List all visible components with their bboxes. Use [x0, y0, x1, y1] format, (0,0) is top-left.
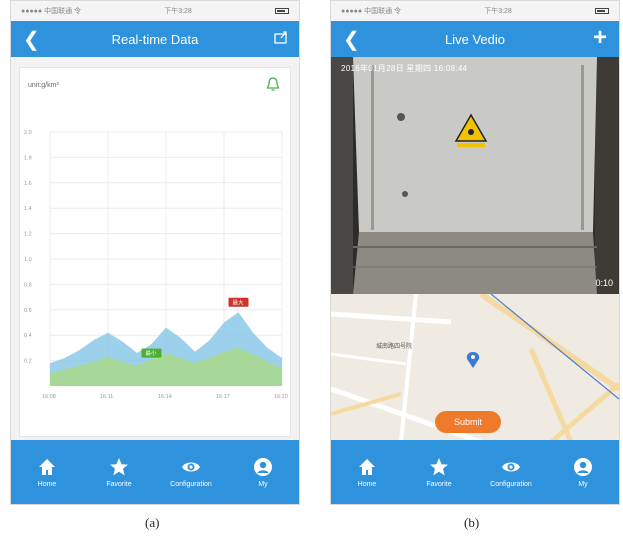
x-tick-label: 16:11	[100, 394, 113, 400]
tab-label: My	[258, 480, 268, 488]
status-bar: ●●●●● 中国联通 令 下午3:28	[11, 1, 299, 21]
phone-screen-a: ●●●●● 中国联通 令 下午3:28 ❮ Real-time Data uni…	[10, 0, 300, 505]
video-timestamp: 2016年01月28日 星期四 16:08:44	[341, 64, 468, 73]
chart-card: unit:g/km³ 0.2 0.4 0.6 0.8 1.0 1.2 1.4 1.6 1.8 2.…	[19, 67, 291, 437]
caption-b: (b)	[464, 515, 480, 530]
tab-configuration[interactable]: Configuration	[476, 457, 546, 488]
page-title: Live Vedio	[445, 31, 505, 47]
tab-home[interactable]: Home	[12, 457, 82, 488]
tab-label: My	[578, 480, 588, 488]
tab-configuration[interactable]: Configuration	[156, 457, 226, 488]
carrier-signal: ●●●●● 中国联通 令	[341, 8, 402, 15]
x-tick-label: 16:14	[158, 394, 172, 400]
min-marker-label: 最小	[146, 349, 158, 357]
y-tick-label: 0.8	[24, 282, 32, 288]
tab-label: Configuration	[490, 480, 532, 488]
person-icon	[254, 457, 272, 476]
tab-label: Home	[37, 480, 57, 488]
map-view[interactable]: 城南路四号院 Submit	[331, 294, 619, 442]
carrier-signal: ●●●●● 中国联通 令	[21, 8, 82, 15]
submit-button[interactable]: Submit	[435, 411, 501, 433]
video-frame	[331, 57, 619, 294]
phone-screen-b: ●●●●● 中国联通 令 下午3:28 ❮ Live Vedio + 2016年…	[330, 0, 620, 505]
nav-bar: ❮ Live Vedio +	[331, 21, 619, 57]
tab-label: Favorite	[426, 480, 452, 488]
y-tick-label: 1.8	[24, 155, 32, 161]
caption-a: (a)	[145, 515, 160, 530]
clock: 下午3:28	[484, 8, 512, 15]
x-tick-label: 16:20	[274, 394, 288, 400]
tab-bar: Home Favorite Configuration My	[11, 440, 299, 504]
tab-label: Home	[357, 480, 377, 488]
x-tick-label: 16:08	[42, 394, 56, 400]
y-tick-label: 0.2	[24, 359, 32, 365]
y-tick-label: 0.6	[24, 308, 32, 314]
nav-bar: ❮ Real-time Data	[11, 21, 299, 57]
y-tick-label: 1.4	[24, 206, 32, 212]
home-icon	[359, 458, 375, 475]
battery-icon	[595, 8, 609, 14]
person-icon	[574, 457, 592, 476]
bell-icon[interactable]	[266, 76, 280, 97]
home-icon	[39, 458, 55, 475]
back-button[interactable]: ❮	[23, 27, 40, 52]
y-tick-label: 0.4	[24, 333, 32, 339]
tab-my[interactable]: My	[228, 457, 298, 488]
back-button[interactable]: ❮	[343, 27, 360, 52]
unit-label: unit:g/km³	[28, 82, 59, 89]
status-bar: ●●●●● 中国联通 令 下午3:28	[331, 1, 619, 21]
tab-label: Configuration	[170, 480, 212, 488]
share-icon[interactable]	[273, 29, 289, 50]
page-title: Real-time Data	[111, 31, 199, 47]
y-tick-label: 1.2	[24, 232, 32, 238]
y-tick-label: 2.0	[24, 130, 32, 136]
x-tick-label: 16:17	[216, 394, 230, 400]
tab-my[interactable]: My	[548, 457, 618, 488]
realtime-chart: 0.2 0.4 0.6 0.8 1.0 1.2 1.4 1.6 1.8 2.0 16:08 16:11…	[24, 130, 288, 400]
clock: 下午3:28	[164, 8, 192, 15]
max-marker-label: 最大	[233, 298, 245, 306]
realtime-content: unit:g/km³ 0.2 0.4 0.6 0.8 1.0 1.2 1.4 1.6 1.8 2.…	[11, 57, 299, 442]
video-player[interactable]: 2016年01月28日 星期四 16:08:44 0:10	[331, 57, 619, 294]
battery-icon	[275, 8, 289, 14]
video-duration: 0:10	[595, 278, 613, 288]
star-icon	[430, 457, 448, 475]
tab-bar: Home Favorite Configuration My	[331, 440, 619, 504]
star-icon	[110, 457, 128, 475]
tab-favorite[interactable]: Favorite	[404, 457, 474, 488]
tab-label: Favorite	[106, 480, 132, 488]
y-tick-label: 1.6	[24, 181, 32, 187]
tab-home[interactable]: Home	[332, 457, 402, 488]
eye-icon	[182, 462, 200, 471]
y-tick-label: 1.0	[24, 257, 32, 263]
add-button[interactable]: +	[593, 24, 607, 52]
map-poi-label: 城南路四号院	[376, 342, 412, 350]
tab-favorite[interactable]: Favorite	[84, 457, 154, 488]
eye-icon	[502, 462, 520, 471]
